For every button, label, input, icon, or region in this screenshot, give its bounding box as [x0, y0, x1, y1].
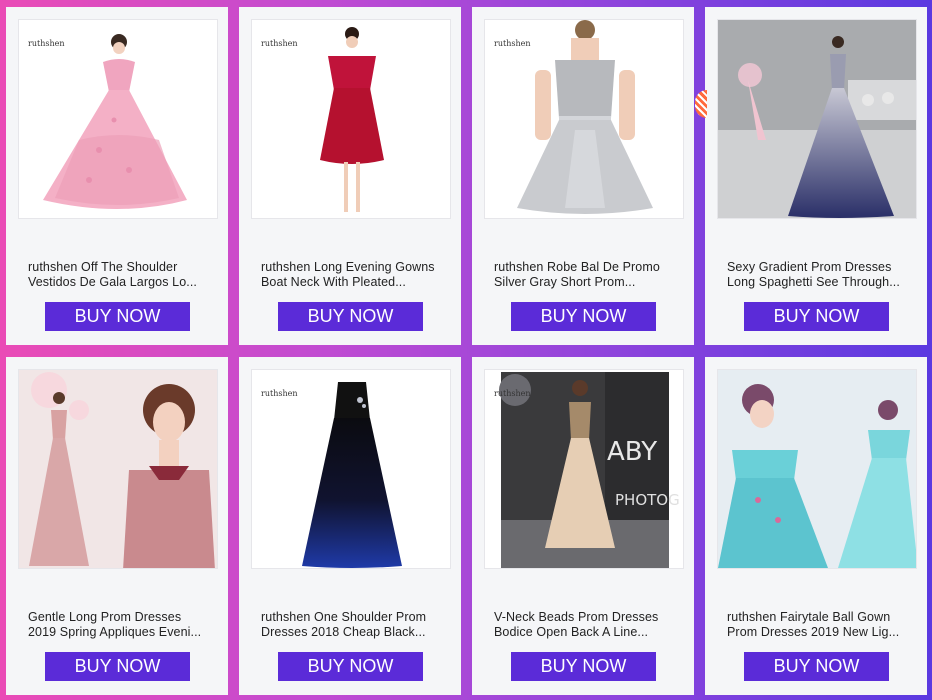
product-card[interactable]: ruthshen ruthshen Off The Shoulder Vesti…: [6, 7, 228, 345]
product-title[interactable]: V-Neck Beads Prom Dresses Bodice Open Ba…: [494, 610, 679, 640]
buy-now-button[interactable]: BUY NOW: [511, 652, 656, 681]
buy-now-button[interactable]: BUY NOW: [744, 302, 889, 331]
brand-watermark: ruthshen: [28, 39, 65, 48]
backdrop-lettering: PHOTOG: [615, 491, 680, 509]
product-card[interactable]: ruthshen ruthshen One Shoulder Prom Dres…: [239, 357, 461, 695]
product-image[interactable]: ABY PHOTOG ruthshen: [484, 369, 684, 569]
product-title[interactable]: ruthshen One Shoulder Prom Dresses 2018 …: [261, 610, 446, 640]
product-card[interactable]: Sexy Gradient Prom Dresses Long Spaghett…: [705, 7, 927, 345]
buy-now-button[interactable]: BUY NOW: [278, 652, 423, 681]
buy-now-button[interactable]: BUY NOW: [511, 302, 656, 331]
product-title[interactable]: ruthshen Off The Shoulder Vestidos De Ga…: [28, 260, 213, 290]
product-card[interactable]: ruthshen Fairytale Ball Gown Prom Dresse…: [705, 357, 927, 695]
brand-watermark: ruthshen: [494, 39, 531, 48]
buy-now-button[interactable]: BUY NOW: [744, 652, 889, 681]
product-image[interactable]: [18, 369, 218, 569]
backdrop-lettering: ABY: [607, 437, 657, 467]
product-title[interactable]: ruthshen Long Evening Gowns Boat Neck Wi…: [261, 260, 446, 290]
product-image[interactable]: ruthshen: [251, 369, 451, 569]
brand-watermark: ruthshen: [261, 39, 298, 48]
brand-watermark: ruthshen: [494, 389, 531, 398]
brand-watermark: ruthshen: [261, 389, 298, 398]
product-image[interactable]: ruthshen: [484, 19, 684, 219]
product-image[interactable]: [717, 369, 917, 569]
buy-now-button[interactable]: BUY NOW: [45, 302, 190, 331]
product-title[interactable]: ruthshen Fairytale Ball Gown Prom Dresse…: [727, 610, 912, 640]
product-card[interactable]: ABY PHOTOG ruthshen V-Neck Beads Prom Dr…: [472, 357, 694, 695]
product-title[interactable]: ruthshen Robe Bal De Promo Silver Gray S…: [494, 260, 679, 290]
product-card[interactable]: ruthshen ruthshen Robe Bal De Promo Silv…: [472, 7, 694, 345]
product-card[interactable]: Gentle Long Prom Dresses 2019 Spring App…: [6, 357, 228, 695]
product-title[interactable]: Sexy Gradient Prom Dresses Long Spaghett…: [727, 260, 912, 290]
buy-now-button[interactable]: BUY NOW: [45, 652, 190, 681]
product-image[interactable]: ruthshen: [18, 19, 218, 219]
product-image[interactable]: [717, 19, 917, 219]
product-title[interactable]: Gentle Long Prom Dresses 2019 Spring App…: [28, 610, 213, 640]
product-image[interactable]: ruthshen: [251, 19, 451, 219]
product-grid: ruthshen ruthshen Off The Shoulder Vesti…: [0, 0, 932, 700]
buy-now-button[interactable]: BUY NOW: [278, 302, 423, 331]
product-card[interactable]: ruthshen ruthshen Long Evening Gowns Boa…: [239, 7, 461, 345]
decorative-badge: [695, 90, 707, 118]
